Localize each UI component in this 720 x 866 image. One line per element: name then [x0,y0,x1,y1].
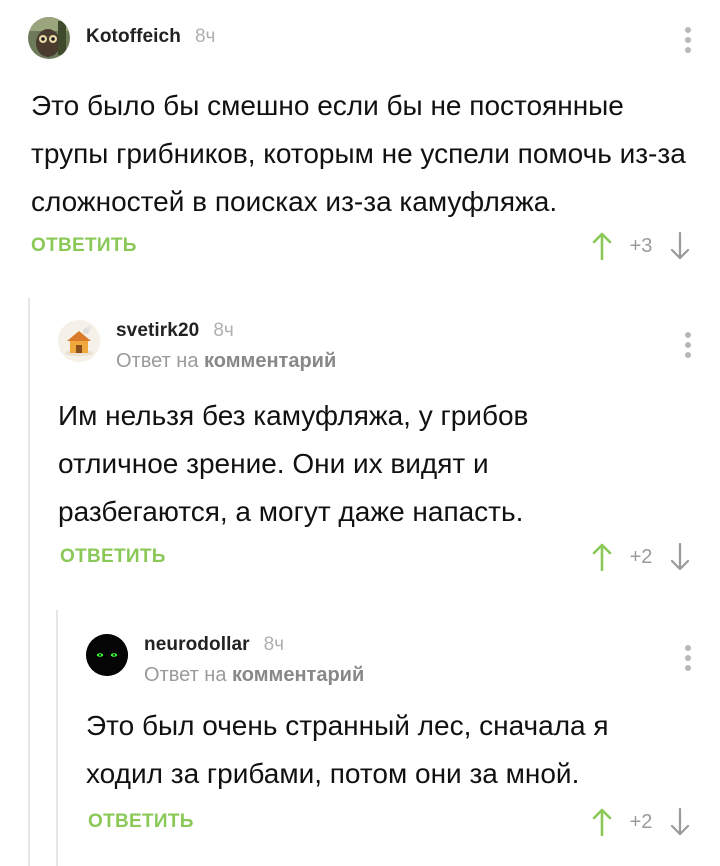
rating-score: +2 [629,545,653,568]
rating-score: +2 [629,810,653,833]
comment-text: Это было бы смешно если бы не постоянные… [31,90,686,217]
reply-to-link[interactable]: комментарий [232,664,364,686]
username[interactable]: neurodollar [144,634,250,656]
upvote-arrow-icon[interactable] [588,807,616,837]
timestamp: 8ч [263,634,285,655]
owl-photo-avatar-icon [28,17,70,59]
downvote-arrow-icon[interactable] [666,807,694,837]
avatar[interactable] [86,634,128,676]
timestamp: 8ч [194,26,216,47]
house-avatar-icon [58,320,100,362]
comment-text: Это был очень странный лес, сначала я хо… [86,710,609,789]
username[interactable]: svetirk20 [116,320,199,342]
more-options-icon[interactable] [684,27,692,53]
reply-to-prefix: Ответ на [116,350,199,372]
downvote-arrow-icon[interactable] [666,231,694,261]
more-options-icon[interactable] [684,332,692,358]
reply-to-label: Ответ на комментарий [116,350,336,373]
rating-score: +3 [629,234,653,257]
comment-text: Им нельзя без камуфляжа, у грибов отличн… [58,400,529,527]
more-options-icon[interactable] [684,645,692,671]
upvote-arrow-icon[interactable] [588,542,616,572]
reply-to-label: Ответ на комментарий [144,664,364,687]
reply-button[interactable]: ОТВЕТИТЬ [31,235,137,257]
upvote-arrow-icon[interactable] [588,231,616,261]
thread-line-level-1 [28,298,30,866]
username[interactable]: Kotoffeich [86,26,181,48]
reply-to-link[interactable]: комментарий [204,350,336,372]
downvote-arrow-icon[interactable] [666,542,694,572]
avatar[interactable] [58,320,100,362]
avatar[interactable] [28,17,70,59]
thread-line-level-2 [56,610,58,866]
glowing-eyes-avatar-icon [86,634,128,676]
reply-button[interactable]: ОТВЕТИТЬ [60,546,166,568]
timestamp: 8ч [213,320,234,341]
reply-button[interactable]: ОТВЕТИТЬ [88,811,194,833]
reply-to-prefix: Ответ на [144,664,227,686]
